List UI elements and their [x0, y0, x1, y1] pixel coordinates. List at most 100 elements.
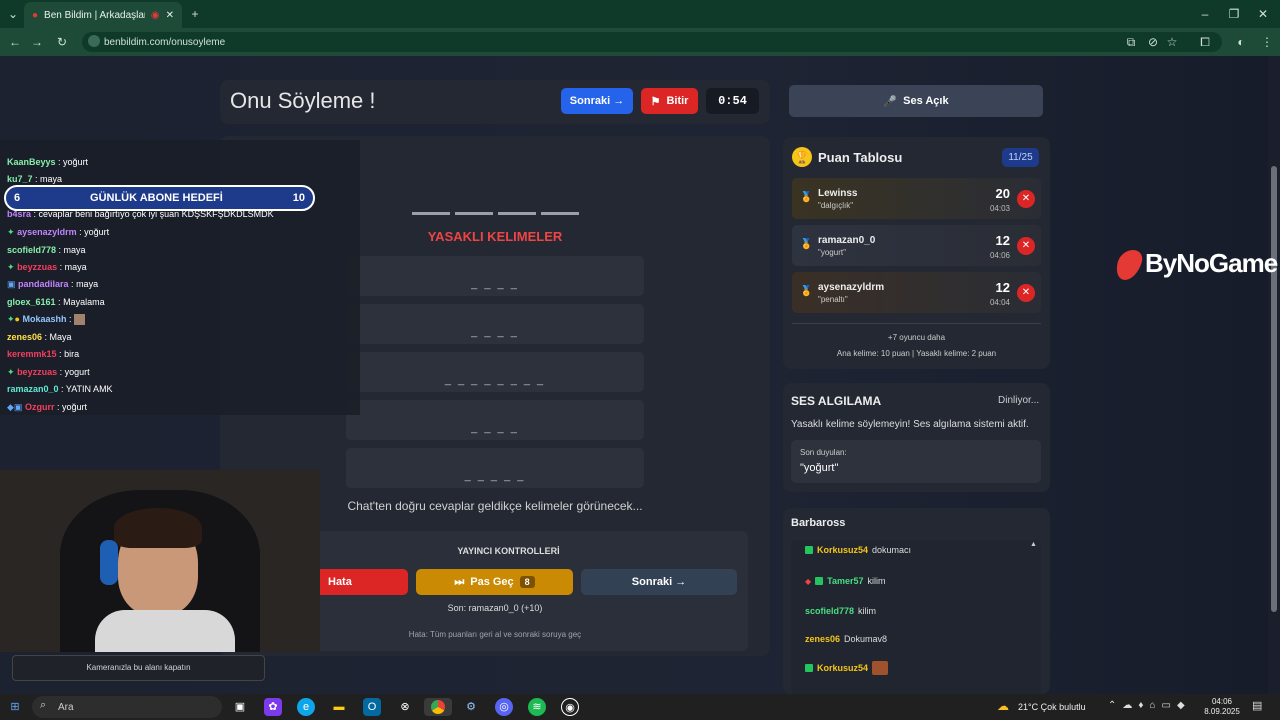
scrollbar-thumb[interactable] [1271, 166, 1277, 612]
remove-player-button[interactable]: ✕ [1017, 284, 1035, 302]
last-heard-label: Son duyulan: [800, 448, 847, 457]
chat-text: maya [40, 174, 63, 184]
banned-word-slot: _ _ _ _ [346, 304, 644, 344]
camera-hint: Kameranızla bu alanı kapatın [12, 655, 265, 681]
remove-player-button[interactable]: ✕ [1017, 237, 1035, 255]
reload-button[interactable]: ↻ [53, 32, 71, 52]
banned-word-slot: _ _ _ _ [346, 400, 644, 440]
tab-search-icon[interactable]: ⌄ [4, 4, 22, 24]
shield-badge-icon: ◆ [805, 576, 812, 586]
window-close-button[interactable]: ✕ [1254, 4, 1272, 24]
browser-tab[interactable]: ● Ben Bildim | Arkadaşlarınla ◉ ✕ [24, 2, 182, 28]
recording-icon: ◉ [150, 9, 160, 21]
controls-title: YAYINCI KONTROLLERİ [457, 546, 560, 556]
xbox-icon[interactable]: ⊗ [396, 698, 414, 716]
error-button[interactable]: Hata [320, 569, 408, 595]
extensions-icon[interactable]: ⧠ [1196, 32, 1214, 52]
chat-user: Korkusuz54 [817, 663, 869, 673]
next-question-button[interactable]: Sonraki → [581, 569, 737, 595]
taskbar-search[interactable]: ⌕ Ara [32, 696, 222, 718]
site-info-icon[interactable] [88, 35, 100, 47]
list-item: Korkusuz54 dokumacı [805, 545, 911, 555]
detection-status: Dinliyor... [998, 395, 1040, 406]
list-item: ◆ Tamer57 kilim [805, 576, 886, 586]
chat-message-row: keremmk15 : bira [7, 349, 80, 359]
chat-user: beyzzuas [17, 262, 58, 272]
chat-user: scofield778 [805, 606, 855, 616]
badge-icon: ✦ [7, 367, 15, 377]
goal-label: GÜNLÜK ABONE HEDEFİ [90, 192, 223, 204]
check-badge-icon [815, 577, 824, 585]
clock[interactable]: 04:06 8.09.2025 [1200, 697, 1244, 717]
forward-button[interactable]: → [28, 32, 46, 52]
tab-close-icon[interactable]: ✕ [166, 10, 174, 21]
pass-button[interactable]: ⏭ Pas Geç 8 [416, 569, 573, 595]
chat-text: yoğurt [84, 227, 110, 237]
end-button-label: Bitir [666, 95, 689, 107]
headphone-shape [100, 540, 118, 585]
notification-icon[interactable]: ▤ [1252, 699, 1262, 712]
weather-icon: ☁ [997, 699, 1009, 713]
player-name: aysenazyldrm [818, 282, 885, 293]
menu-icon[interactable]: ⋮ [1258, 32, 1276, 52]
chrome-icon[interactable] [424, 698, 452, 716]
obs-icon[interactable]: ◉ [561, 698, 579, 716]
chat-text: yoğurt [61, 402, 87, 412]
chat-message-row: ▣ pandadilara : maya [7, 279, 99, 289]
sound-toggle-button[interactable]: 🎤 Ses Açık [789, 85, 1043, 117]
file-explorer-icon[interactable]: ▬ [330, 698, 348, 716]
list-item: Korkusuz54 [805, 661, 889, 675]
spotify-icon[interactable]: ≋ [528, 698, 546, 716]
back-button[interactable]: ← [6, 32, 24, 52]
eye-off-icon[interactable]: ⊘ [1144, 32, 1162, 52]
badge-icon: ◆▣ [7, 402, 23, 412]
chat-user: aysenazyldrm [17, 227, 77, 237]
chat-text: YATIN AMK [65, 384, 113, 394]
edge-icon[interactable]: e [297, 698, 315, 716]
more-players: +7 oyuncu daha [887, 333, 946, 342]
chat-message-row: gloex_6161 : Mayalama [7, 297, 105, 307]
outlook-icon[interactable]: O [363, 698, 381, 716]
minimize-button[interactable]: – [1196, 4, 1214, 24]
webcam-feed [0, 470, 320, 652]
clock-time: 04:06 [1211, 697, 1233, 706]
chat-user: gloex_6161 [7, 297, 56, 307]
player-word: "penaltı" [818, 295, 848, 304]
app-icon[interactable]: ⚙ [462, 698, 480, 716]
site-favicon-icon: ● [32, 9, 39, 21]
flag-icon: ⚑ [650, 95, 661, 108]
chat-text: maya [76, 279, 99, 289]
search-label: Ara [58, 701, 74, 713]
player-name: ramazan0_0 [818, 235, 876, 246]
pass-button-label: Pas Geç [470, 576, 514, 588]
trophy-icon: 🏆 [792, 147, 812, 167]
banned-word-slot: _ _ _ _ _ _ _ _ [346, 352, 644, 392]
system-tray-icons[interactable]: ⌃☁♦⌂▭◆ [1108, 700, 1191, 711]
new-tab-button[interactable]: + [186, 4, 204, 24]
check-badge-icon [805, 664, 813, 672]
install-icon[interactable]: ⧉ [1122, 32, 1140, 52]
sub-goal-bar: 6 GÜNLÜK ABONE HEDEFİ 10 [4, 185, 315, 211]
chat-message: Dokumav8 [844, 634, 888, 644]
copilot-icon[interactable]: ✿ [264, 698, 282, 716]
bookmark-star-icon[interactable]: ☆ [1163, 32, 1181, 52]
next-button[interactable]: Sonraki → [561, 88, 633, 114]
badge-icon: ✦ [7, 227, 15, 237]
profile-avatar[interactable]: ◐ [1232, 32, 1250, 52]
task-view-icon[interactable]: ▣ [231, 698, 249, 716]
weather-text[interactable]: 21°C Çok bulutlu [1018, 702, 1086, 712]
windows-start-icon[interactable]: ⊞ [6, 698, 24, 716]
chat-user: KaanBeyys [7, 157, 56, 167]
player-row: 🏅 Lewinss "dalgıçlık" 20 04:03 ✕ [792, 178, 1041, 219]
url-field[interactable]: benbildim.com/onusoyleme [82, 32, 1222, 52]
discord-icon[interactable]: ◎ [495, 698, 513, 716]
player-time: 04:03 [989, 204, 1010, 213]
emote-icon [872, 661, 889, 675]
shirt-shape [95, 610, 235, 652]
chat-message-row: ku7_7 : maya [7, 174, 63, 184]
scroll-up-icon[interactable]: ▲ [1030, 541, 1037, 548]
remove-player-button[interactable]: ✕ [1017, 190, 1035, 208]
player-time: 04:04 [989, 298, 1010, 307]
end-button[interactable]: ⚑ Bitir [641, 88, 698, 114]
restore-button[interactable]: ❐ [1225, 4, 1243, 24]
